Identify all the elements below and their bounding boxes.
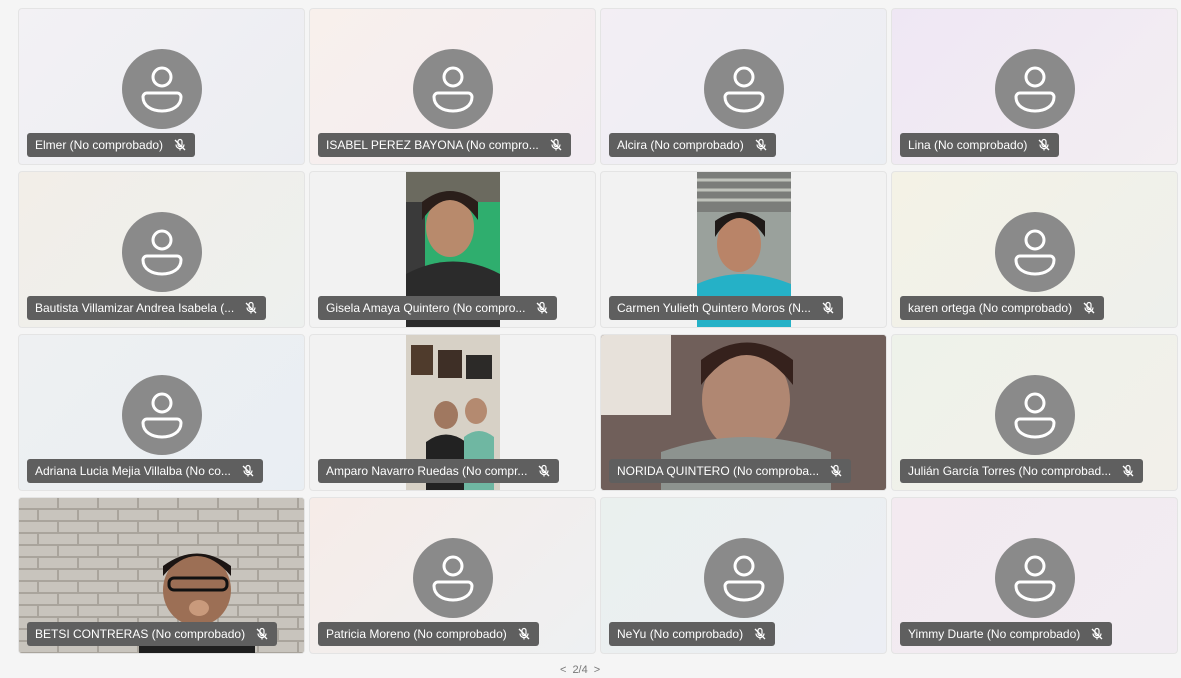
participant-name: Yimmy Duarte (No comprobado) xyxy=(908,627,1081,641)
participant-tile[interactable]: Elmer (No comprobado) xyxy=(18,8,305,165)
muted-mic-icon xyxy=(538,464,550,477)
participant-name: Carmen Yulieth Quintero Moros (N... xyxy=(617,301,811,315)
participant-tile[interactable]: NeYu (No comprobado) xyxy=(600,497,887,654)
participant-name: Lina (No comprobado) xyxy=(908,138,1028,152)
user-avatar-icon xyxy=(412,538,493,618)
participant-name: ISABEL PEREZ BAYONA (No compro... xyxy=(326,138,539,152)
participant-name-tag: Alcira (No comprobado) xyxy=(609,133,776,157)
previous-page-button[interactable]: < xyxy=(560,664,566,676)
user-avatar-icon xyxy=(994,212,1075,292)
participant-name: Patricia Moreno (No comprobado) xyxy=(326,627,507,641)
user-avatar-icon xyxy=(994,375,1075,455)
participant-name-tag: Patricia Moreno (No comprobado) xyxy=(318,622,539,646)
participant-name-tag: BETSI CONTRERAS (No comprobado) xyxy=(27,622,278,646)
user-avatar-icon xyxy=(994,49,1075,129)
participant-tile[interactable]: Patricia Moreno (No comprobado) xyxy=(309,497,596,654)
muted-mic-icon xyxy=(550,138,562,151)
participant-name-tag: karen ortega (No comprobado) xyxy=(900,296,1105,320)
participant-name-tag: Bautista Villamizar Andrea Isabela (... xyxy=(27,296,267,320)
user-avatar-icon xyxy=(703,538,784,618)
participant-tile[interactable]: Lina (No comprobado) xyxy=(891,8,1178,165)
user-avatar-icon xyxy=(994,538,1075,618)
muted-mic-icon xyxy=(242,464,254,477)
muted-mic-icon xyxy=(536,301,548,314)
user-avatar-icon xyxy=(121,375,202,455)
participant-name-tag: Julián García Torres (No comprobad... xyxy=(900,459,1144,483)
page-indicator: 2/4 xyxy=(572,664,588,676)
user-avatar-icon xyxy=(703,49,784,129)
participant-tile[interactable]: Julián García Torres (No comprobad... xyxy=(891,334,1178,491)
muted-mic-icon xyxy=(1083,301,1095,314)
participant-name: Elmer (No comprobado) xyxy=(35,138,164,152)
muted-mic-icon xyxy=(174,138,186,151)
participant-name-tag: NeYu (No comprobado) xyxy=(609,622,776,646)
user-avatar-icon xyxy=(121,212,202,292)
participant-name: Amparo Navarro Ruedas (No compr... xyxy=(326,464,528,478)
participant-name-tag: Yimmy Duarte (No comprobado) xyxy=(900,622,1113,646)
participant-tile[interactable]: Yimmy Duarte (No comprobado) xyxy=(891,497,1178,654)
participant-name: BETSI CONTRERAS (No comprobado) xyxy=(35,627,246,641)
participant-name: NORIDA QUINTERO (No comproba... xyxy=(617,464,820,478)
user-avatar-icon xyxy=(121,49,202,129)
participant-tile[interactable]: Alcira (No comprobado) xyxy=(600,8,887,165)
participant-tile[interactable]: Carmen Yulieth Quintero Moros (N... xyxy=(600,171,887,328)
user-avatar-icon xyxy=(412,49,493,129)
muted-mic-icon xyxy=(754,627,766,640)
participant-name-tag: Gisela Amaya Quintero (No compro... xyxy=(318,296,558,320)
participant-name-tag: Adriana Lucia Mejia Villalba (No co... xyxy=(27,459,263,483)
muted-mic-icon xyxy=(822,301,834,314)
participant-name-tag: Lina (No comprobado) xyxy=(900,133,1060,157)
participant-name: NeYu (No comprobado) xyxy=(617,627,744,641)
next-page-button[interactable]: > xyxy=(594,664,600,676)
muted-mic-icon xyxy=(755,138,767,151)
participant-tile[interactable]: Bautista Villamizar Andrea Isabela (... xyxy=(18,171,305,328)
participant-name: Bautista Villamizar Andrea Isabela (... xyxy=(35,301,235,315)
muted-mic-icon xyxy=(1091,627,1103,640)
participant-name-tag: Carmen Yulieth Quintero Moros (N... xyxy=(609,296,843,320)
muted-mic-icon xyxy=(830,464,842,477)
participant-tile[interactable]: Adriana Lucia Mejia Villalba (No co... xyxy=(18,334,305,491)
participant-name-tag: Elmer (No comprobado) xyxy=(27,133,196,157)
participant-name: Gisela Amaya Quintero (No compro... xyxy=(326,301,526,315)
participant-name: karen ortega (No comprobado) xyxy=(908,301,1073,315)
participant-name-tag: Amparo Navarro Ruedas (No compr... xyxy=(318,459,560,483)
participant-name: Adriana Lucia Mejia Villalba (No co... xyxy=(35,464,231,478)
participant-tile[interactable]: BETSI CONTRERAS (No comprobado) xyxy=(18,497,305,654)
page-navigator: < 2/4 > xyxy=(560,664,600,676)
muted-mic-icon xyxy=(245,301,257,314)
participant-tile[interactable]: Gisela Amaya Quintero (No compro... xyxy=(309,171,596,328)
muted-mic-icon xyxy=(256,627,268,640)
muted-mic-icon xyxy=(1038,138,1050,151)
participant-name: Alcira (No comprobado) xyxy=(617,138,744,152)
participant-tile[interactable]: karen ortega (No comprobado) xyxy=(891,171,1178,328)
muted-mic-icon xyxy=(518,627,530,640)
muted-mic-icon xyxy=(1122,464,1134,477)
participant-name: Julián García Torres (No comprobad... xyxy=(908,464,1112,478)
participant-tile[interactable]: NORIDA QUINTERO (No comproba... xyxy=(600,334,887,491)
participant-tile[interactable]: Amparo Navarro Ruedas (No compr... xyxy=(309,334,596,491)
participant-name-tag: ISABEL PEREZ BAYONA (No compro... xyxy=(318,133,571,157)
participant-tile[interactable]: ISABEL PEREZ BAYONA (No compro... xyxy=(309,8,596,165)
participant-grid: Elmer (No comprobado) ISABEL PEREZ BAYONA… xyxy=(18,8,1178,658)
participant-name-tag: NORIDA QUINTERO (No comproba... xyxy=(609,459,852,483)
